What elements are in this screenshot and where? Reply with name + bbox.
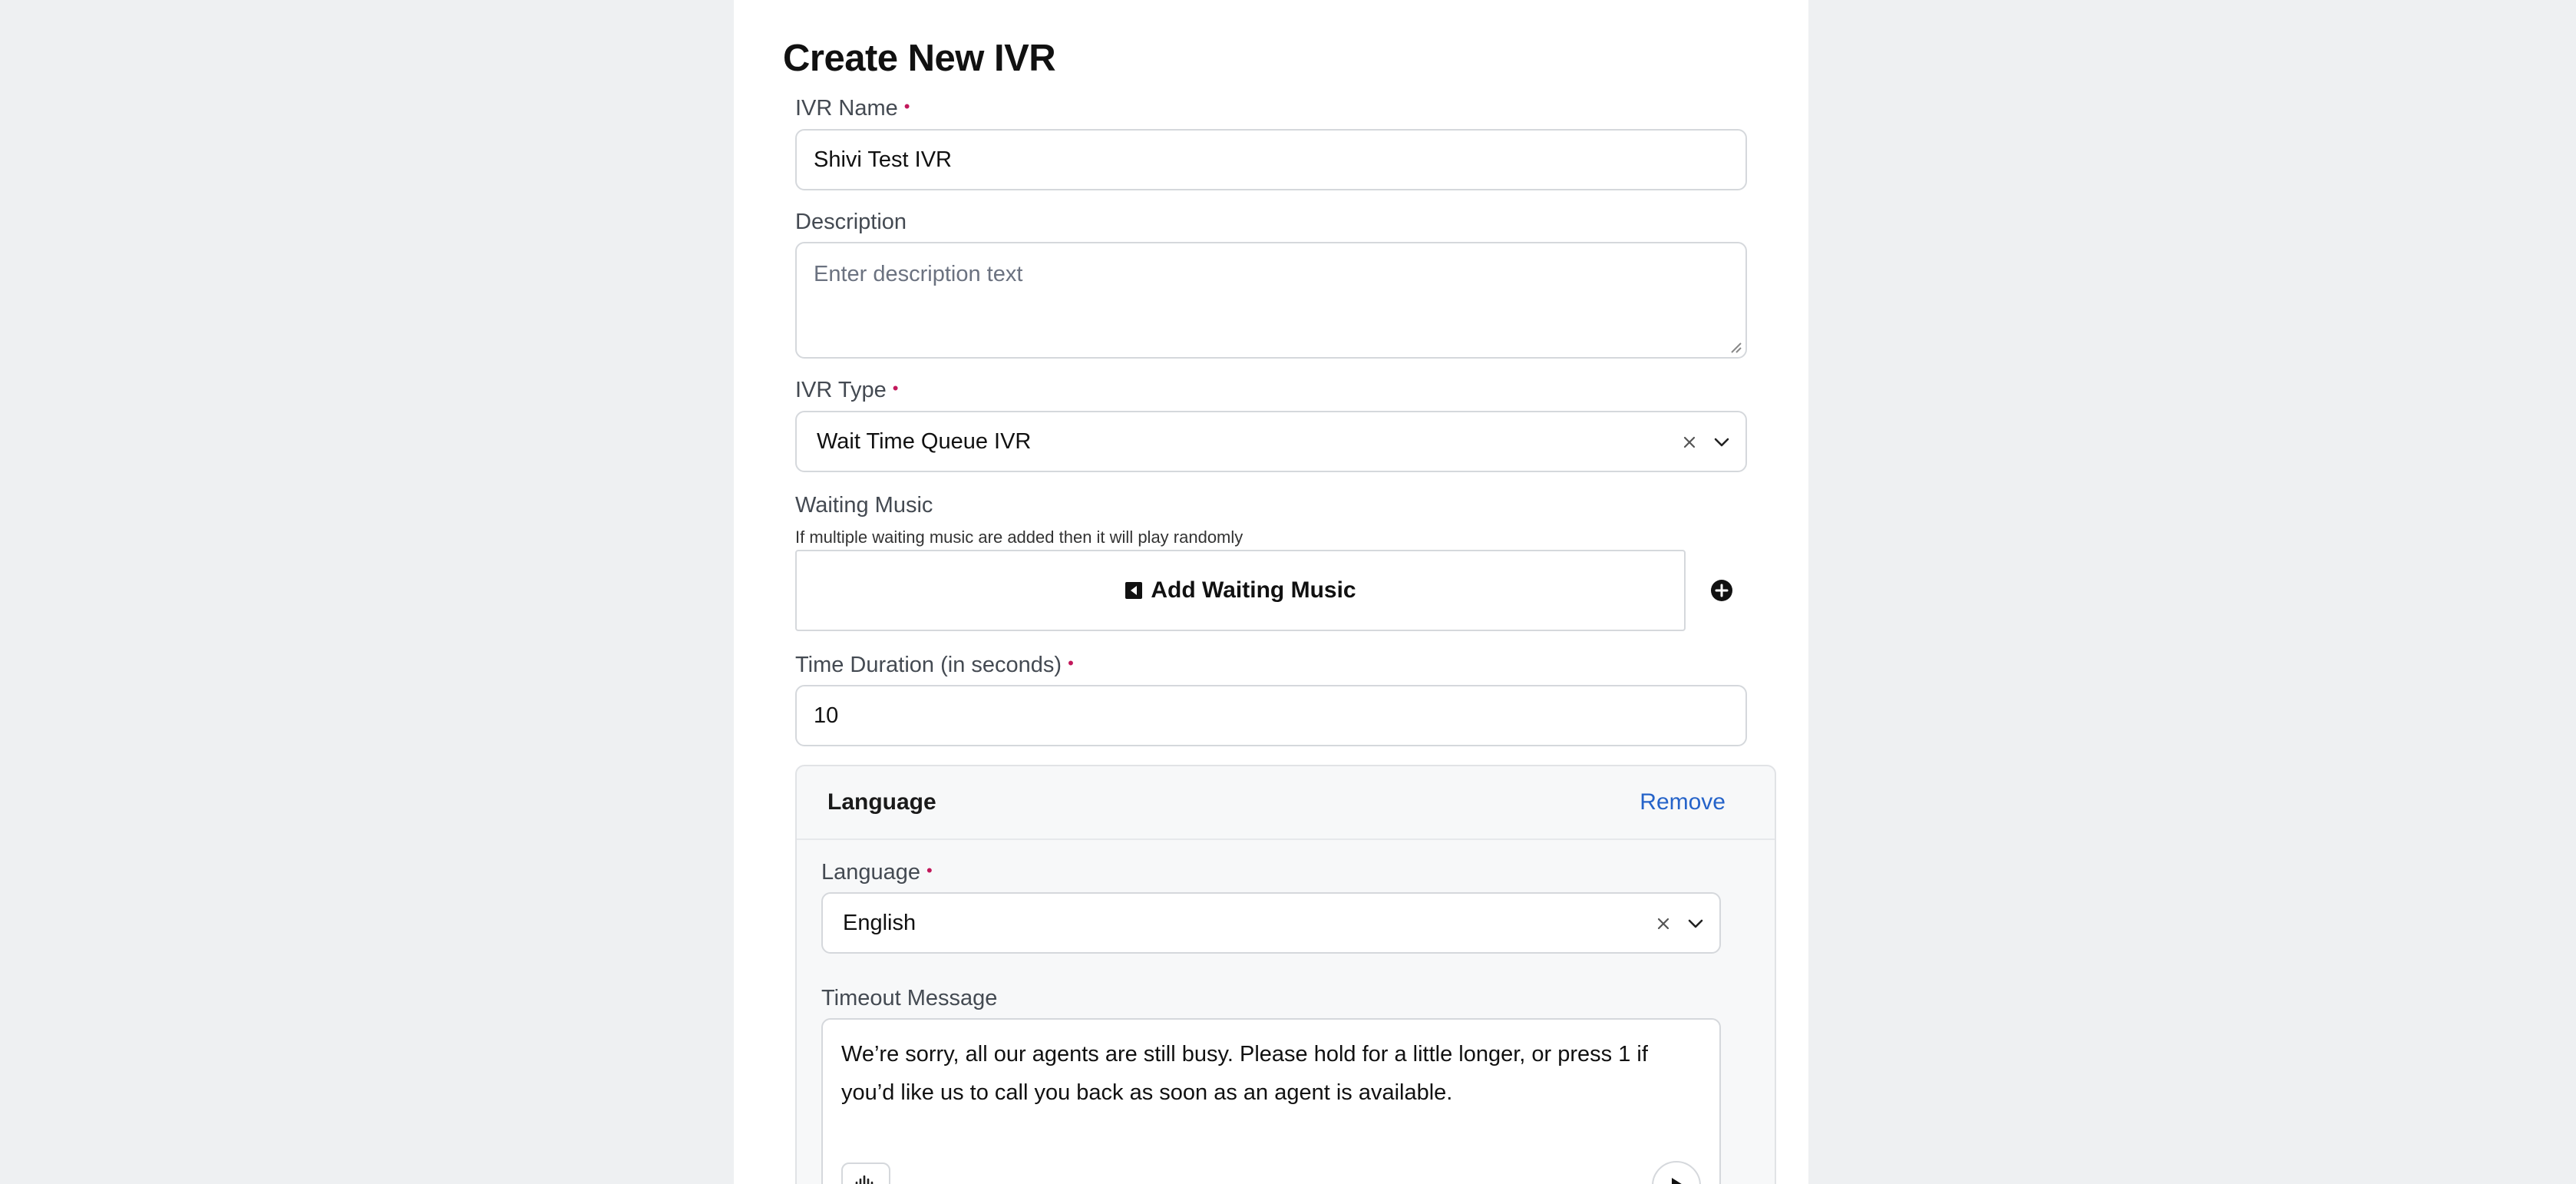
clear-icon[interactable] bbox=[1652, 912, 1675, 935]
time-duration-input[interactable] bbox=[795, 685, 1747, 746]
required-dot: • bbox=[926, 861, 933, 880]
language-label: Language • bbox=[821, 860, 933, 885]
music-file-icon bbox=[1125, 582, 1143, 599]
play-icon[interactable] bbox=[1652, 1161, 1701, 1184]
ivr-type-value: Wait Time Queue IVR bbox=[817, 428, 1032, 454]
ivr-name-label-text: IVR Name bbox=[795, 96, 898, 121]
language-card: Language Remove Language • English Timeou… bbox=[795, 765, 1776, 1184]
time-duration-label-text: Time Duration (in seconds) bbox=[795, 653, 1062, 677]
waiting-music-label: Waiting Music bbox=[795, 493, 933, 518]
language-value: English bbox=[843, 910, 916, 935]
chevron-down-icon[interactable] bbox=[1683, 911, 1709, 937]
ivr-type-select[interactable]: Wait Time Queue IVR bbox=[795, 411, 1747, 472]
remove-language-link[interactable]: Remove bbox=[1640, 789, 1726, 815]
waiting-music-hint: If multiple waiting music are added then… bbox=[795, 528, 1243, 547]
ivr-type-label-text: IVR Type bbox=[795, 378, 887, 402]
description-label: Description bbox=[795, 210, 907, 234]
language-label-text: Language bbox=[821, 860, 921, 885]
form-panel: Create New IVR IVR Name • Description IVR… bbox=[734, 0, 1808, 1184]
time-duration-label: Time Duration (in seconds) • bbox=[795, 653, 1074, 678]
required-dot: • bbox=[892, 379, 899, 398]
ivr-type-label: IVR Type • bbox=[795, 378, 898, 403]
language-select[interactable]: English bbox=[821, 892, 1721, 954]
required-dot: • bbox=[1068, 653, 1074, 673]
ivr-name-label: IVR Name • bbox=[795, 96, 910, 121]
timeout-message-label: Timeout Message bbox=[821, 986, 998, 1010]
timeout-message-text[interactable]: We’re sorry, all our agents are still bu… bbox=[841, 1035, 1689, 1112]
add-circle-icon[interactable] bbox=[1709, 577, 1735, 604]
language-card-title: Language bbox=[827, 789, 936, 815]
add-waiting-music-button[interactable]: Add Waiting Music bbox=[795, 550, 1686, 631]
clear-icon[interactable] bbox=[1678, 431, 1701, 454]
waveform-icon[interactable] bbox=[841, 1163, 890, 1184]
page-title: Create New IVR bbox=[783, 38, 1056, 79]
resize-grip-icon[interactable] bbox=[1729, 340, 1742, 354]
ivr-name-input[interactable] bbox=[795, 129, 1747, 190]
add-waiting-music-label: Add Waiting Music bbox=[1151, 577, 1356, 603]
timeout-message-editor[interactable]: We’re sorry, all our agents are still bu… bbox=[821, 1018, 1721, 1184]
required-dot: • bbox=[903, 97, 910, 116]
description-textarea[interactable] bbox=[795, 242, 1747, 359]
chevron-down-icon[interactable] bbox=[1709, 429, 1735, 455]
language-card-header: Language Remove bbox=[797, 766, 1775, 840]
